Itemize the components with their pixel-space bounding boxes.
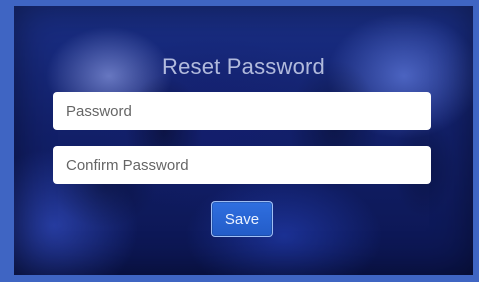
save-button[interactable]: Save: [211, 201, 273, 237]
reset-password-panel: Reset Password Save: [14, 6, 473, 275]
app-background: Reset Password Save: [0, 0, 479, 282]
page-title: Reset Password: [162, 54, 325, 79]
confirm-password-input[interactable]: [53, 146, 431, 184]
password-input[interactable]: [53, 92, 431, 130]
